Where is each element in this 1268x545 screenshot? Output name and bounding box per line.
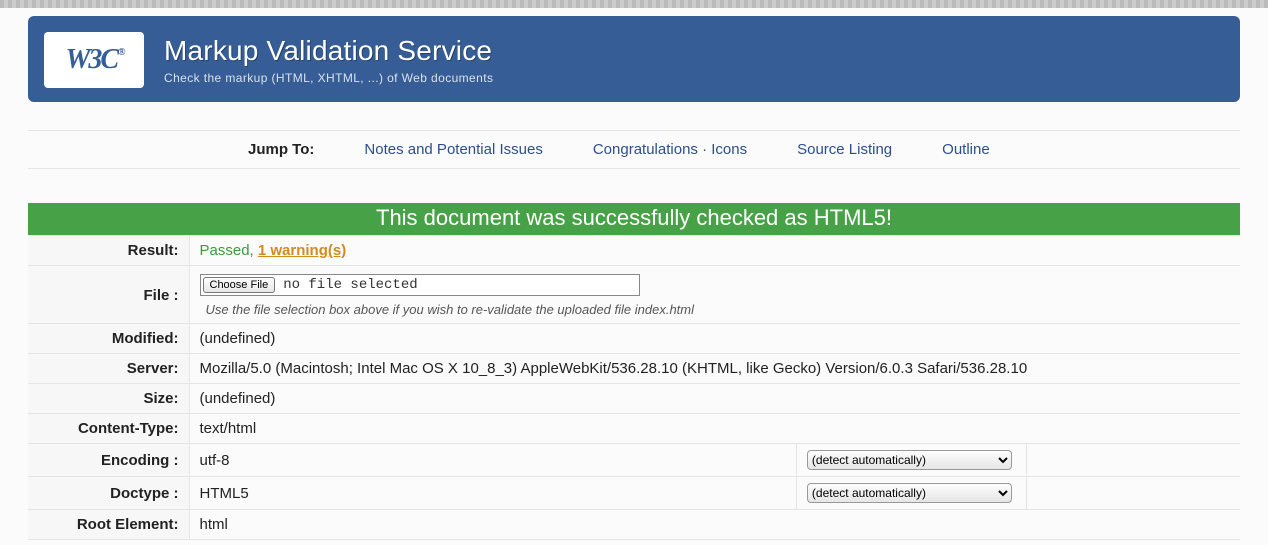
encoding-select[interactable]: (detect automatically): [807, 450, 1012, 470]
encoding-spacer: [1026, 444, 1240, 477]
header-banner: W3C® Markup Validation Service Check the…: [28, 16, 1240, 102]
result-warnings-link[interactable]: 1 warning(s): [258, 242, 346, 259]
result-value: Passed, 1 warning(s): [189, 236, 1240, 266]
size-value: (undefined): [189, 384, 1240, 414]
banner-subtitle: Check the markup (HTML, XHTML, ...) of W…: [164, 71, 493, 85]
server-label: Server:: [28, 354, 189, 384]
root-element-label: Root Element:: [28, 510, 189, 540]
server-value: Mozilla/5.0 (Macintosh; Intel Mac OS X 1…: [189, 354, 1240, 384]
file-picker[interactable]: Choose File no file selected: [200, 274, 640, 296]
w3c-logo[interactable]: W3C®: [44, 32, 144, 88]
jump-label: Jump To:: [248, 141, 314, 158]
modified-value: (undefined): [189, 324, 1240, 354]
content-type-label: Content-Type:: [28, 414, 189, 444]
content-type-value: text/html: [189, 414, 1240, 444]
file-label: File :: [28, 266, 189, 324]
jump-bar: Jump To: Notes and Potential Issues Cong…: [28, 130, 1240, 169]
jump-link-outline[interactable]: Outline: [942, 141, 990, 158]
w3c-logo-text: W3C: [65, 44, 117, 76]
choose-file-button[interactable]: Choose File: [203, 277, 276, 293]
encoding-label: Encoding :: [28, 444, 189, 477]
doctype-select[interactable]: (detect automatically): [807, 483, 1012, 503]
registered-mark: ®: [118, 47, 123, 58]
results-table: Result: Passed, 1 warning(s) File : Choo…: [28, 235, 1240, 540]
root-element-value: html: [189, 510, 1240, 540]
success-banner: This document was successfully checked a…: [28, 203, 1240, 235]
doctype-spacer: [1026, 477, 1240, 510]
jump-link-source[interactable]: Source Listing: [797, 141, 892, 158]
browser-chrome-top: [0, 0, 1268, 8]
banner-text: Markup Validation Service Check the mark…: [164, 35, 493, 85]
file-cell: Choose File no file selected Use the fil…: [189, 266, 1240, 324]
size-label: Size:: [28, 384, 189, 414]
file-no-selection: no file selected: [283, 277, 417, 293]
result-label: Result:: [28, 236, 189, 266]
encoding-value: utf-8: [189, 444, 796, 477]
doctype-label: Doctype :: [28, 477, 189, 510]
jump-link-congrats[interactable]: Congratulations · Icons: [593, 141, 747, 158]
modified-label: Modified:: [28, 324, 189, 354]
encoding-select-cell: (detect automatically): [796, 444, 1026, 477]
doctype-select-cell: (detect automatically): [796, 477, 1026, 510]
doctype-value: HTML5: [189, 477, 796, 510]
jump-link-notes[interactable]: Notes and Potential Issues: [364, 141, 542, 158]
banner-title: Markup Validation Service: [164, 35, 493, 67]
file-help-text: Use the file selection box above if you …: [206, 302, 1231, 317]
result-passed: Passed,: [200, 242, 258, 259]
